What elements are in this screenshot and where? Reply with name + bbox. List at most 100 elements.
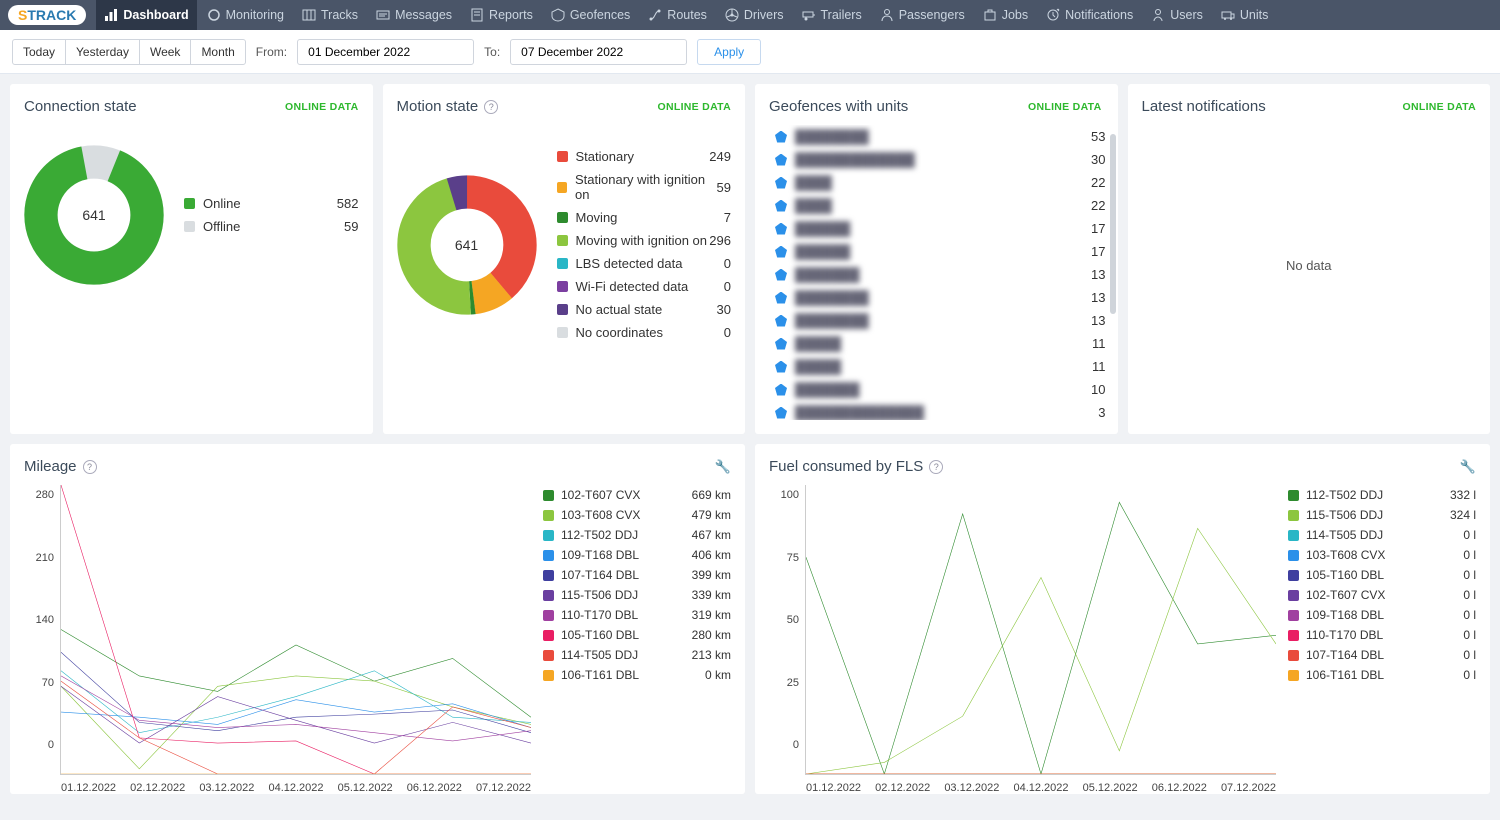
geofences-icon [551,8,565,22]
geofence-row[interactable]: ████22 [769,194,1112,217]
nav-messages[interactable]: Messages [368,0,460,30]
geofence-row[interactable]: █████11 [769,332,1112,355]
legend-item: 110-T170 DBL0 l [1288,625,1476,645]
card-title: Fuel consumed by FLS ? [769,458,943,475]
geofence-row[interactable]: ████████13 [769,309,1112,332]
geofence-row[interactable]: ██████████████3 [769,401,1112,420]
connection-legend: Online582Offline59 [184,192,359,238]
nav-units[interactable]: Units [1213,0,1276,30]
online-data-tag: ONLINE DATA [1403,101,1477,113]
geofence-row[interactable]: █████████████30 [769,148,1112,171]
date-filter-bar: TodayYesterdayWeekMonth From: To: Apply [0,30,1500,74]
from-date-input[interactable] [297,39,474,65]
routes-icon [648,8,662,22]
nav-users[interactable]: Users [1143,0,1211,30]
card-title: Mileage ? [24,458,97,475]
tracks-icon [302,8,316,22]
geofence-icon [775,315,787,327]
help-icon[interactable]: ? [484,100,498,114]
nav-passengers[interactable]: Passengers [872,0,973,30]
notifications-icon [1046,8,1060,22]
preset-month[interactable]: Month [191,40,244,64]
legend-item: 107-T164 DBL399 km [543,565,731,585]
legend-item: 102-T607 CVX669 km [543,485,731,505]
geofence-icon [775,177,787,189]
fuel-chart: 01.12.202202.12.202203.12.202204.12.2022… [805,485,1276,775]
geofence-row[interactable]: ███████13 [769,263,1112,286]
trailers-icon [802,8,816,22]
nav-routes[interactable]: Routes [640,0,715,30]
legend-item: 114-T505 DDJ213 km [543,645,731,665]
settings-icon[interactable]: 🔧 [1460,459,1476,475]
scrollbar-thumb[interactable] [1110,134,1116,314]
geofence-row[interactable]: █████11 [769,355,1112,378]
geofences-list[interactable]: ████████53█████████████30████22████22███… [769,125,1112,420]
reports-icon [470,8,484,22]
geofence-icon [775,292,787,304]
preset-week[interactable]: Week [140,40,191,64]
geofence-icon [775,223,787,235]
donut-total: 641 [439,217,495,273]
x-axis: 01.12.202202.12.202203.12.202204.12.2022… [61,782,531,794]
mileage-chart: 01.12.202202.12.202203.12.202204.12.2022… [60,485,531,775]
card-title: Latest notifications [1142,98,1266,115]
donut-total: 641 [66,187,122,243]
card-title: Connection state [24,98,137,115]
legend-item: Stationary with ignition on59 [557,168,732,206]
motion-donut-chart: 641 [397,175,537,315]
geofence-icon [775,200,787,212]
to-date-input[interactable] [510,39,687,65]
card-title: Motion state ? [397,98,499,115]
settings-icon[interactable]: 🔧 [715,459,731,475]
nav-reports[interactable]: Reports [462,0,541,30]
legend-item: 110-T170 DBL319 km [543,605,731,625]
nav-drivers[interactable]: Drivers [717,0,792,30]
legend-item: Offline59 [184,215,359,238]
apply-button[interactable]: Apply [697,39,761,65]
legend-item: 102-T607 CVX0 l [1288,585,1476,605]
geofence-icon [775,384,787,396]
nav-notifications[interactable]: Notifications [1038,0,1141,30]
legend-item: 103-T608 CVX479 km [543,505,731,525]
legend-item: 105-T160 DBL0 l [1288,565,1476,585]
geofence-icon [775,269,787,281]
help-icon[interactable]: ? [83,460,97,474]
geofence-icon [775,338,787,350]
geofence-row[interactable]: ████22 [769,171,1112,194]
connection-donut-chart: 641 [24,145,164,285]
motion-state-card: Motion state ? ONLINE DATA 641 Stationar… [383,84,746,434]
preset-today[interactable]: Today [13,40,66,64]
fuel-legend: 112-T502 DDJ332 l115-T506 DDJ324 l114-T5… [1276,485,1476,775]
legend-item: Wi-Fi detected data0 [557,275,732,298]
legend-item: 106-T161 DBL0 l [1288,665,1476,685]
connection-state-card: Connection state ONLINE DATA 641 Online5… [10,84,373,434]
help-icon[interactable]: ? [929,460,943,474]
card-title: Geofences with units [769,98,908,115]
legend-item: Online582 [184,192,359,215]
legend-item: Moving7 [557,206,732,229]
dashboard-grid: Connection state ONLINE DATA 641 Online5… [0,74,1500,804]
motion-legend: Stationary249Stationary with ignition on… [557,145,732,344]
nav-trailers[interactable]: Trailers [794,0,870,30]
y-axis: 1007550250 [769,485,805,775]
nav-monitoring[interactable]: Monitoring [199,0,292,30]
geofence-row[interactable]: ████████13 [769,286,1112,309]
top-nav: STRACK DashboardMonitoringTracksMessages… [0,0,1500,30]
legend-item: 112-T502 DDJ332 l [1288,485,1476,505]
fuel-card: Fuel consumed by FLS ? 🔧 1007550250 01.1… [755,444,1490,794]
geofence-row[interactable]: ██████17 [769,217,1112,240]
online-data-tag: ONLINE DATA [1028,101,1102,113]
legend-item: No actual state30 [557,298,732,321]
nav-geofences[interactable]: Geofences [543,0,638,30]
geofence-row[interactable]: ████████53 [769,125,1112,148]
geofence-row[interactable]: ███████10 [769,378,1112,401]
nav-jobs[interactable]: Jobs [975,0,1036,30]
legend-item: 106-T161 DBL0 km [543,665,731,685]
legend-item: 112-T502 DDJ467 km [543,525,731,545]
geofence-icon [775,407,787,419]
logo: STRACK [8,5,86,25]
nav-tracks[interactable]: Tracks [294,0,366,30]
nav-dashboard[interactable]: Dashboard [96,0,196,30]
preset-yesterday[interactable]: Yesterday [66,40,140,64]
geofence-row[interactable]: ██████17 [769,240,1112,263]
